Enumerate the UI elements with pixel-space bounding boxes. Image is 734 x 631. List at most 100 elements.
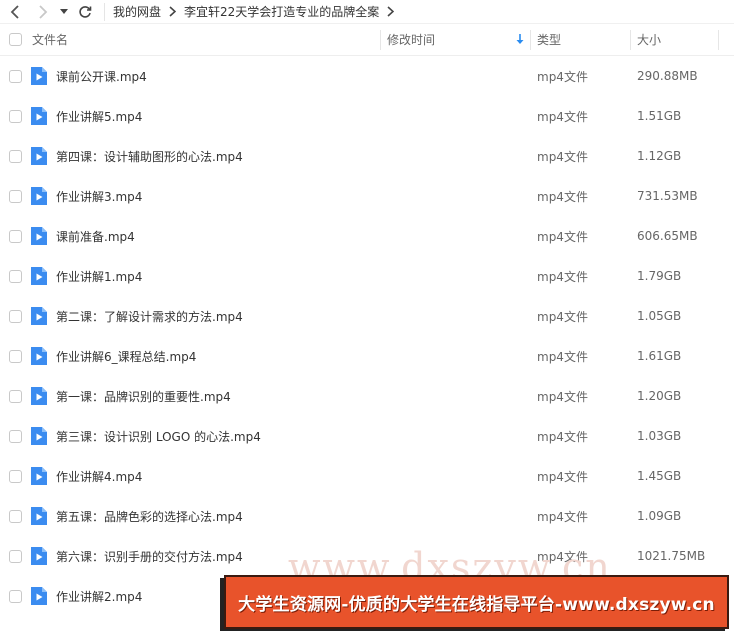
column-resize-handle[interactable] [630,30,631,50]
video-file-icon [31,427,47,445]
video-file-icon [31,587,47,605]
column-header-type[interactable]: 类型 [530,31,630,48]
chevron-right-icon [39,4,48,19]
row-check-cell [0,389,30,403]
file-name[interactable]: 课前准备.mp4 [56,228,135,245]
file-name-cell: 第五课：品牌色彩的选择心法.mp4 [30,506,380,526]
row-check-cell [0,549,30,563]
video-file-icon [31,387,47,405]
file-name[interactable]: 第二课：了解设计需求的方法.mp4 [56,308,243,325]
file-size: 1021.75MB [637,549,706,563]
back-button[interactable] [6,2,24,22]
file-row[interactable]: 第五课：品牌色彩的选择心法.mp4 mp4文件 1.09GB [0,496,734,536]
row-checkbox[interactable] [8,429,22,443]
video-file-icon [31,507,47,525]
column-resize-handle[interactable] [380,30,381,50]
row-checkbox[interactable] [8,549,22,563]
file-size: 1.03GB [637,429,682,443]
file-name[interactable]: 第三课：设计识别 LOGO 的心法.mp4 [56,428,261,445]
row-checkbox[interactable] [8,269,22,283]
caret-down-icon [60,8,68,14]
file-name[interactable]: 课前公开课.mp4 [56,68,147,85]
file-name[interactable]: 第四课：设计辅助图形的心法.mp4 [56,148,243,165]
row-check-cell [0,509,30,523]
row-checkbox[interactable] [8,469,22,483]
file-size: 731.53MB [637,189,698,203]
row-checkbox[interactable] [8,109,22,123]
row-check-cell [0,269,30,283]
file-row[interactable]: 第三课：设计识别 LOGO 的心法.mp4 mp4文件 1.03GB [0,416,734,456]
file-row[interactable]: 第一课：品牌识别的重要性.mp4 mp4文件 1.20GB [0,376,734,416]
file-row[interactable]: 作业讲解5.mp4 mp4文件 1.51GB [0,96,734,136]
file-type: mp4文件 [537,509,588,524]
select-all-checkbox[interactable] [8,33,22,46]
file-name[interactable]: 作业讲解2.mp4 [56,588,142,605]
file-name-cell: 作业讲解6_课程总结.mp4 [30,346,380,366]
file-size: 1.79GB [637,269,682,283]
file-name-cell: 第四课：设计辅助图形的心法.mp4 [30,146,380,166]
file-name[interactable]: 作业讲解6_课程总结.mp4 [56,348,196,365]
forward-button[interactable] [34,2,52,22]
row-checkbox[interactable] [8,509,22,523]
file-row[interactable]: 作业讲解6_课程总结.mp4 mp4文件 1.61GB [0,336,734,376]
file-type: mp4文件 [537,189,588,204]
row-checkbox[interactable] [8,149,22,163]
row-checkbox[interactable] [8,389,22,403]
row-checkbox[interactable] [8,69,22,83]
file-type: mp4文件 [537,229,588,244]
row-checkbox[interactable] [8,349,22,363]
file-size: 1.09GB [637,509,682,523]
column-header-name[interactable]: 文件名 [30,31,380,48]
column-resize-handle[interactable] [530,30,531,50]
video-file-icon [31,307,47,325]
row-checkbox[interactable] [8,189,22,203]
file-row[interactable]: 第二课：了解设计需求的方法.mp4 mp4文件 1.05GB [0,296,734,336]
row-checkbox[interactable] [8,229,22,243]
row-check-cell [0,109,30,123]
file-name-cell: 第一课：品牌识别的重要性.mp4 [30,386,380,406]
breadcrumb-root[interactable]: 我的网盘 [113,3,161,20]
file-name[interactable]: 作业讲解4.mp4 [56,468,142,485]
file-name[interactable]: 作业讲解1.mp4 [56,268,142,285]
file-row[interactable]: 作业讲解4.mp4 mp4文件 1.45GB [0,456,734,496]
file-list: 课前公开课.mp4 mp4文件 290.88MB 作业讲解5.mp4 mp4文件 1.51… [0,56,734,616]
file-name[interactable]: 作业讲解3.mp4 [56,188,142,205]
video-file-icon [31,147,47,165]
select-all-cell [0,33,30,46]
file-size: 1.51GB [637,109,682,123]
column-header-modified[interactable]: 修改时间 [380,31,530,48]
history-dropdown[interactable] [58,2,70,22]
file-type: mp4文件 [537,309,588,324]
file-name-cell: 课前公开课.mp4 [30,66,380,86]
file-type: mp4文件 [537,109,588,124]
file-name[interactable]: 第五课：品牌色彩的选择心法.mp4 [56,508,243,525]
video-file-icon [31,547,47,565]
file-size: 1.05GB [637,309,682,323]
file-row[interactable]: 第四课：设计辅助图形的心法.mp4 mp4文件 1.12GB [0,136,734,176]
row-checkbox[interactable] [8,309,22,323]
file-name[interactable]: 第一课：品牌识别的重要性.mp4 [56,388,231,405]
file-name-cell: 第三课：设计识别 LOGO 的心法.mp4 [30,426,380,446]
video-file-icon [31,347,47,365]
column-resize-handle[interactable] [718,30,719,50]
file-size: 606.65MB [637,229,698,243]
refresh-button[interactable] [76,2,94,22]
chevron-right-icon [387,6,395,17]
file-name[interactable]: 第六课：识别手册的交付方法.mp4 [56,548,243,565]
file-size: 1.45GB [637,469,682,483]
breadcrumb-separator [387,6,395,17]
row-checkbox[interactable] [8,589,22,603]
breadcrumb-current-folder[interactable]: 李宜轩22天学会打造专业的品牌全案 [184,3,379,20]
file-row[interactable]: 第六课：识别手册的交付方法.mp4 mp4文件 1021.75MB [0,536,734,576]
file-row[interactable]: 作业讲解3.mp4 mp4文件 731.53MB [0,176,734,216]
file-list-header: 文件名 修改时间 类型 大小 [0,24,734,56]
file-row[interactable]: 课前公开课.mp4 mp4文件 290.88MB [0,56,734,96]
promo-banner: 大学生资源网-优质的大学生在线指导平台-www.dxszyw.cn [224,575,729,629]
chevron-left-icon [10,4,19,19]
row-check-cell [0,149,30,163]
file-name-cell: 课前准备.mp4 [30,226,380,246]
row-check-cell [0,429,30,443]
file-row[interactable]: 作业讲解1.mp4 mp4文件 1.79GB [0,256,734,296]
file-row[interactable]: 课前准备.mp4 mp4文件 606.65MB [0,216,734,256]
file-name[interactable]: 作业讲解5.mp4 [56,108,142,125]
